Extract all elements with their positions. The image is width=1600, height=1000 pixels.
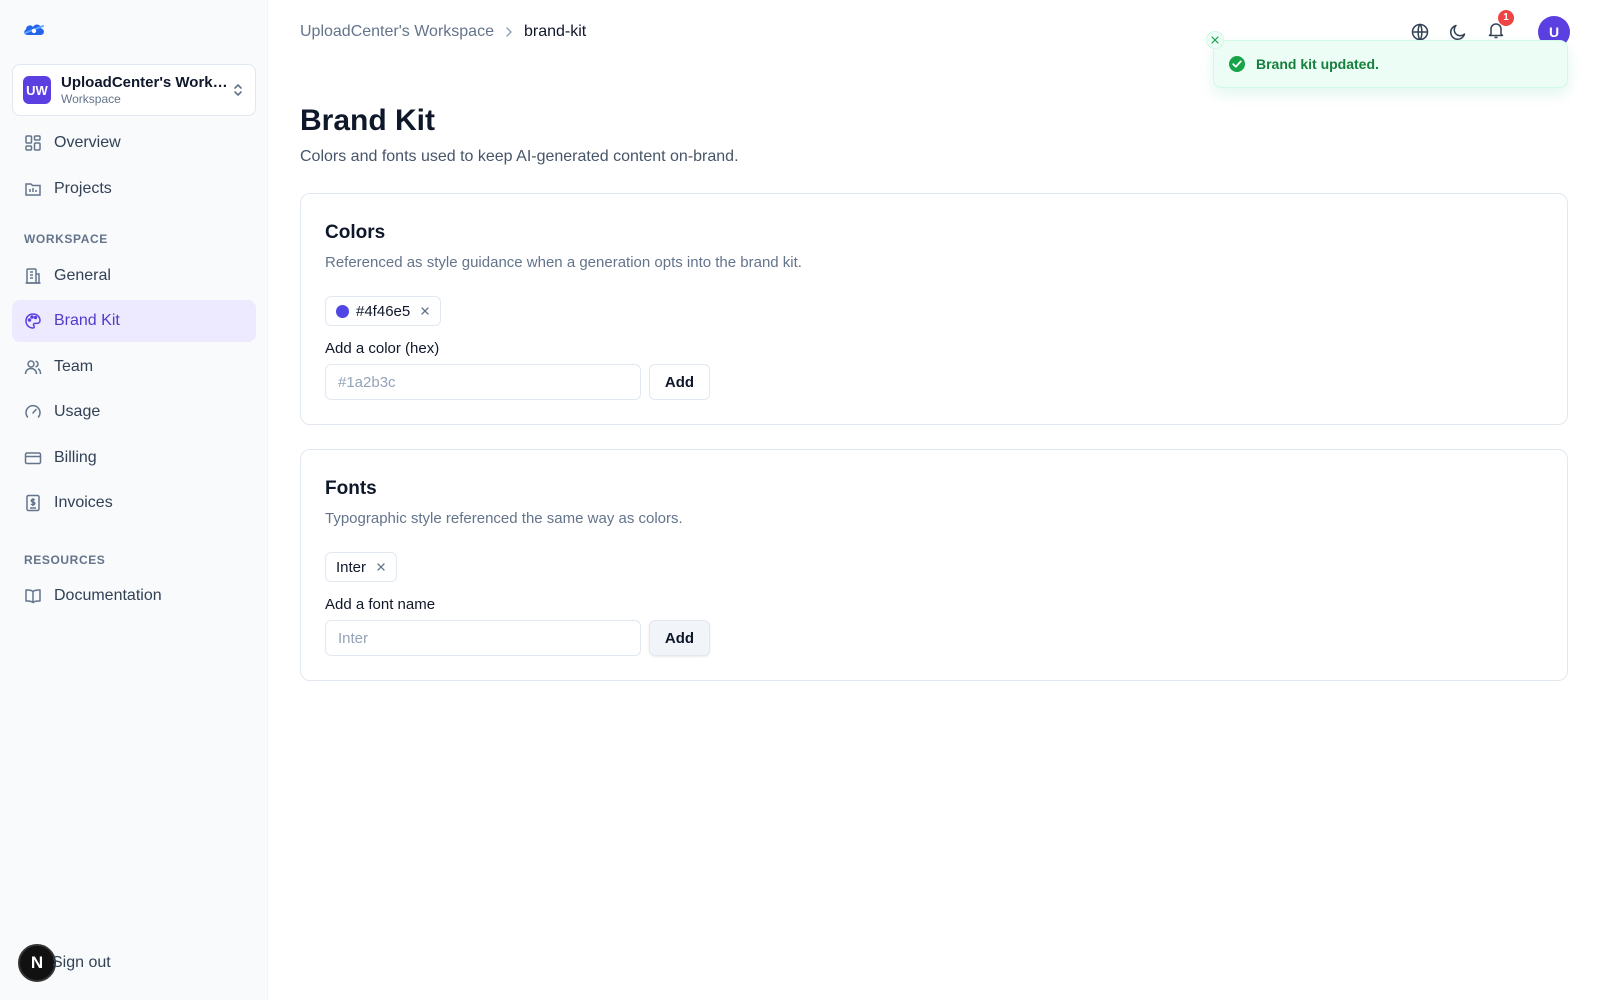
overview-grid-icon	[25, 135, 41, 151]
remove-font-icon[interactable]	[376, 562, 386, 572]
n-badge[interactable]: N	[18, 944, 56, 982]
gauge-icon	[25, 404, 41, 418]
workspace-type: Workspace	[61, 92, 121, 106]
credit-card-icon	[24, 452, 42, 465]
sidebar-item-team[interactable]: Team	[12, 346, 256, 388]
colors-card-title: Colors	[325, 222, 386, 243]
sidebar-item-general[interactable]: General	[12, 255, 256, 297]
fonts-card: Fonts Typographic style referenced the s…	[300, 449, 1568, 681]
breadcrumb: UploadCenter's Workspace brand-kit	[300, 22, 586, 42]
sidebar-item-label: General	[54, 267, 111, 284]
color-chip: #4f46e5	[325, 296, 442, 326]
colors-card: Colors Referenced as style guidance when…	[300, 193, 1568, 425]
palette-icon	[25, 313, 41, 329]
sidebar-item-label: Usage	[54, 403, 101, 420]
sidebar-item-label: Brand Kit	[54, 312, 120, 329]
globe-icon[interactable]	[1410, 22, 1430, 42]
sidebar-item-label: Team	[54, 358, 94, 375]
add-color-button[interactable]: Add	[649, 364, 710, 400]
toast-message: Brand kit updated.	[1256, 56, 1379, 72]
page-description: Colors and fonts used to keep AI-generat…	[300, 148, 739, 165]
section-label-resources: RESOURCES	[24, 553, 106, 567]
projects-folder-icon	[25, 183, 41, 196]
color-chip-value: #4f46e5	[356, 302, 411, 320]
colors-card-description: Referenced as style guidance when a gene…	[325, 254, 802, 271]
book-icon	[25, 589, 41, 604]
sidebar-item-label: Documentation	[54, 587, 162, 604]
color-hex-input[interactable]	[325, 364, 641, 400]
color-field-label: Add a color (hex)	[325, 340, 440, 357]
sidebar-item-projects[interactable]: Projects	[12, 168, 256, 210]
breadcrumb-parent-link[interactable]: UploadCenter's Workspace	[300, 23, 494, 41]
sidebar: UW UploadCenter's Workspace Workspace Ov…	[0, 0, 268, 1000]
toast-close-button[interactable]	[1206, 31, 1224, 49]
workspace-switcher[interactable]: UW UploadCenter's Workspace Workspace	[12, 64, 256, 116]
sign-out-button[interactable]: N Sign out	[18, 944, 111, 982]
font-chip-value: Inter	[336, 558, 367, 576]
remove-color-icon[interactable]	[420, 306, 430, 316]
add-font-button[interactable]: Add	[649, 620, 710, 656]
font-name-input[interactable]	[325, 620, 641, 656]
notification-count-badge: 1	[1498, 9, 1514, 26]
sidebar-item-label: Overview	[54, 134, 121, 151]
sidebar-item-label: Invoices	[54, 494, 113, 511]
fonts-card-description: Typographic style referenced the same wa…	[325, 510, 683, 527]
fonts-card-title: Fonts	[325, 478, 377, 499]
chevron-right-icon	[506, 27, 512, 37]
users-icon	[24, 360, 42, 375]
receipt-icon	[26, 494, 40, 512]
workspace-name: UploadCenter's Workspace	[61, 74, 231, 91]
font-field-label: Add a font name	[325, 596, 436, 613]
cloud-logo-icon[interactable]	[22, 20, 46, 40]
sidebar-item-label: Billing	[54, 449, 97, 466]
check-circle-icon	[1229, 56, 1245, 72]
sidebar-item-brand-kit[interactable]: Brand Kit	[12, 300, 256, 342]
sidebar-item-invoices[interactable]: Invoices	[12, 482, 256, 524]
page-title: Brand Kit	[300, 104, 435, 137]
section-label-workspace: WORKSPACE	[24, 232, 108, 246]
sidebar-item-usage[interactable]: Usage	[12, 391, 256, 433]
chevron-up-down-icon	[234, 84, 242, 96]
toast-notification: Brand kit updated.	[1206, 31, 1568, 88]
sidebar-item-billing[interactable]: Billing	[12, 437, 256, 479]
sidebar-item-documentation[interactable]: Documentation	[12, 575, 256, 617]
sign-out-label: Sign out	[52, 954, 111, 971]
close-icon	[1211, 36, 1219, 44]
sidebar-item-overview[interactable]: Overview	[12, 122, 256, 164]
breadcrumb-current: brand-kit	[523, 23, 587, 40]
building-icon	[25, 268, 41, 284]
workspace-avatar: UW	[23, 76, 51, 104]
color-swatch	[336, 304, 349, 318]
font-chip: Inter	[325, 552, 398, 582]
moon-icon[interactable]	[1448, 22, 1468, 42]
sidebar-item-label: Projects	[54, 180, 112, 197]
